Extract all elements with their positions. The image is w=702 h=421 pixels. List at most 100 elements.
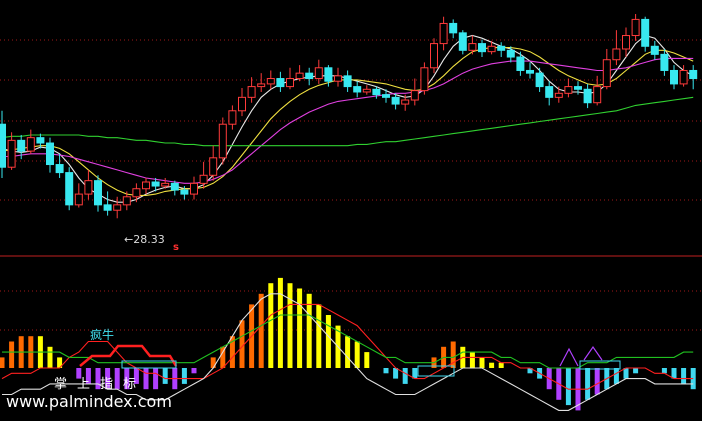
candle-down [276, 78, 285, 88]
candle-up [554, 92, 563, 98]
signal-triangle [583, 345, 603, 361]
candle-down [650, 45, 659, 55]
candle-up [410, 90, 419, 101]
candle-down [103, 204, 112, 211]
candle-up [113, 204, 122, 211]
ma-line-ma_green [1, 96, 694, 147]
oscillator-bar [210, 357, 216, 368]
oscillator-bar [191, 368, 197, 374]
candle-down [46, 142, 54, 166]
candle-up [247, 86, 256, 98]
candle-up [238, 96, 246, 112]
oscillator-bar [162, 368, 168, 384]
candle-up [602, 59, 611, 88]
candle-up [362, 88, 371, 93]
oscillator-bar [613, 368, 619, 384]
candle-down [458, 32, 467, 51]
candle-up [161, 182, 170, 187]
watermark-url: www.palmindex.com [6, 392, 172, 411]
candle-up [593, 86, 602, 104]
candlesticks[interactable] [0, 14, 698, 219]
candle-down [382, 94, 390, 98]
candle-up [266, 78, 275, 85]
oscillator-bar [661, 368, 667, 374]
oscillator-bar [489, 362, 495, 368]
oscillator-bar [383, 368, 389, 374]
candle-down [17, 139, 26, 152]
candle-down [180, 189, 189, 195]
candle-down [170, 182, 179, 191]
candle-down [324, 67, 333, 82]
candle-up [679, 69, 688, 85]
oscillator-bar [268, 283, 274, 368]
candle-up [401, 99, 410, 105]
candle-up [295, 72, 304, 80]
candle-down [641, 18, 650, 47]
oscillator-bar [9, 341, 15, 368]
low-price-label: ←28.33 [124, 233, 165, 246]
candle-up [334, 75, 342, 82]
candle-up [257, 83, 266, 88]
oscillator-bar [354, 341, 360, 368]
candle-up [286, 78, 294, 88]
candle-down [526, 69, 534, 74]
candle-down [65, 172, 74, 206]
candle-up [199, 174, 208, 184]
candle-down [660, 53, 669, 71]
candle-up [84, 180, 93, 195]
oscillator-bar [469, 352, 475, 368]
ma-line-ma_white [1, 34, 694, 203]
oscillator-bar [0, 357, 5, 368]
candle-down [353, 86, 362, 93]
candle-up [468, 43, 477, 51]
oscillator-bar [565, 368, 571, 406]
candle-up [74, 193, 83, 206]
stock-chart[interactable] [0, 0, 702, 421]
candle-down [0, 123, 6, 168]
oscillator-bar [364, 352, 370, 368]
candle-down [497, 45, 506, 51]
candle-down [372, 88, 381, 96]
candle-up [439, 22, 448, 45]
candle-up [7, 139, 16, 168]
moving-average-lines [1, 34, 694, 203]
candle-up [314, 67, 323, 80]
oscillator-bar [585, 368, 591, 400]
candle-down [689, 69, 698, 80]
oscillator-bar [47, 346, 53, 368]
candle-down [506, 49, 515, 58]
signal-mark: s [173, 242, 179, 253]
candle-up [612, 48, 621, 61]
candle-down [545, 86, 554, 98]
oscillator-bar [345, 336, 351, 368]
oscillator-bar [287, 283, 293, 368]
candle-up [26, 137, 35, 152]
oscillator-bar [258, 293, 264, 368]
candle-down [583, 88, 592, 104]
candle-down [478, 43, 486, 53]
candle-down [55, 164, 64, 174]
oscillator-bar [153, 368, 159, 390]
candle-up [122, 196, 131, 206]
oscillator-bar [277, 277, 283, 368]
candle-up [622, 35, 630, 50]
candle-up [142, 181, 150, 190]
oscillator-bar [479, 357, 485, 368]
candle-down [36, 137, 45, 144]
candle-down [305, 72, 314, 80]
oscillator-bar [498, 362, 504, 368]
watermark-site-name: 掌上指标 [54, 377, 147, 392]
candle-down [535, 72, 544, 88]
candle-down [449, 22, 458, 34]
candle-down [151, 181, 160, 187]
oscillator-bar [181, 368, 187, 384]
candle-down [574, 86, 582, 90]
oscillator-bar [325, 315, 331, 368]
candle-up [190, 182, 198, 195]
oscillator-bar [402, 368, 408, 384]
candle-up [564, 86, 573, 94]
candle-up [228, 110, 237, 125]
oscillator-bar [297, 288, 303, 368]
candle-up [218, 123, 227, 159]
signal-triangle [559, 347, 579, 367]
